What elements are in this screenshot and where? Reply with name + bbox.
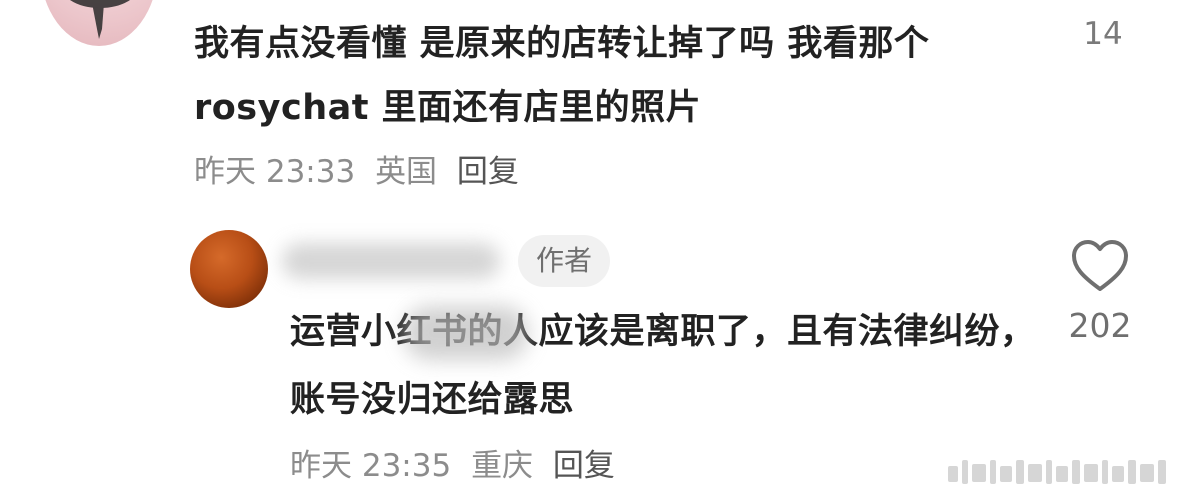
reply-time: 昨天 23:35 (290, 448, 452, 484)
comment-reply-button[interactable]: 回复 (457, 154, 519, 190)
comment-meta: 昨天 23:33 英国 回复 (194, 146, 529, 191)
reply-meta: 昨天 23:35 重庆 回复 (290, 440, 625, 485)
reply-reply-button[interactable]: 回复 (553, 448, 615, 484)
reply-like-count[interactable]: 202 (1048, 306, 1152, 345)
commenter-avatar[interactable] (40, 0, 158, 46)
heart-outline-icon[interactable] (1070, 238, 1130, 294)
author-name-blurred[interactable] (282, 243, 500, 279)
comment-thread: 我有点没看懂 是原来的店转让掉了吗 我看那个 rosychat 里面还有店里的照… (0, 0, 1179, 496)
comment-like-count[interactable]: 14 (1068, 16, 1138, 52)
watermark-logo (944, 452, 1172, 492)
reply-location: 重庆 (471, 448, 534, 484)
comment-time: 昨天 23:33 (194, 154, 356, 190)
comment-text: 我有点没看懂 是原来的店转让掉了吗 我看那个 rosychat 里面还有店里的照… (194, 24, 930, 128)
redaction-blur (404, 306, 528, 360)
reply-text: 运营小红书的人应该是离职了，且有法律纠纷，账号没归还给露思 (290, 312, 1036, 420)
author-badge: 作者 (518, 235, 611, 287)
comment-location: 英国 (375, 154, 438, 190)
author-avatar[interactable] (190, 230, 268, 308)
